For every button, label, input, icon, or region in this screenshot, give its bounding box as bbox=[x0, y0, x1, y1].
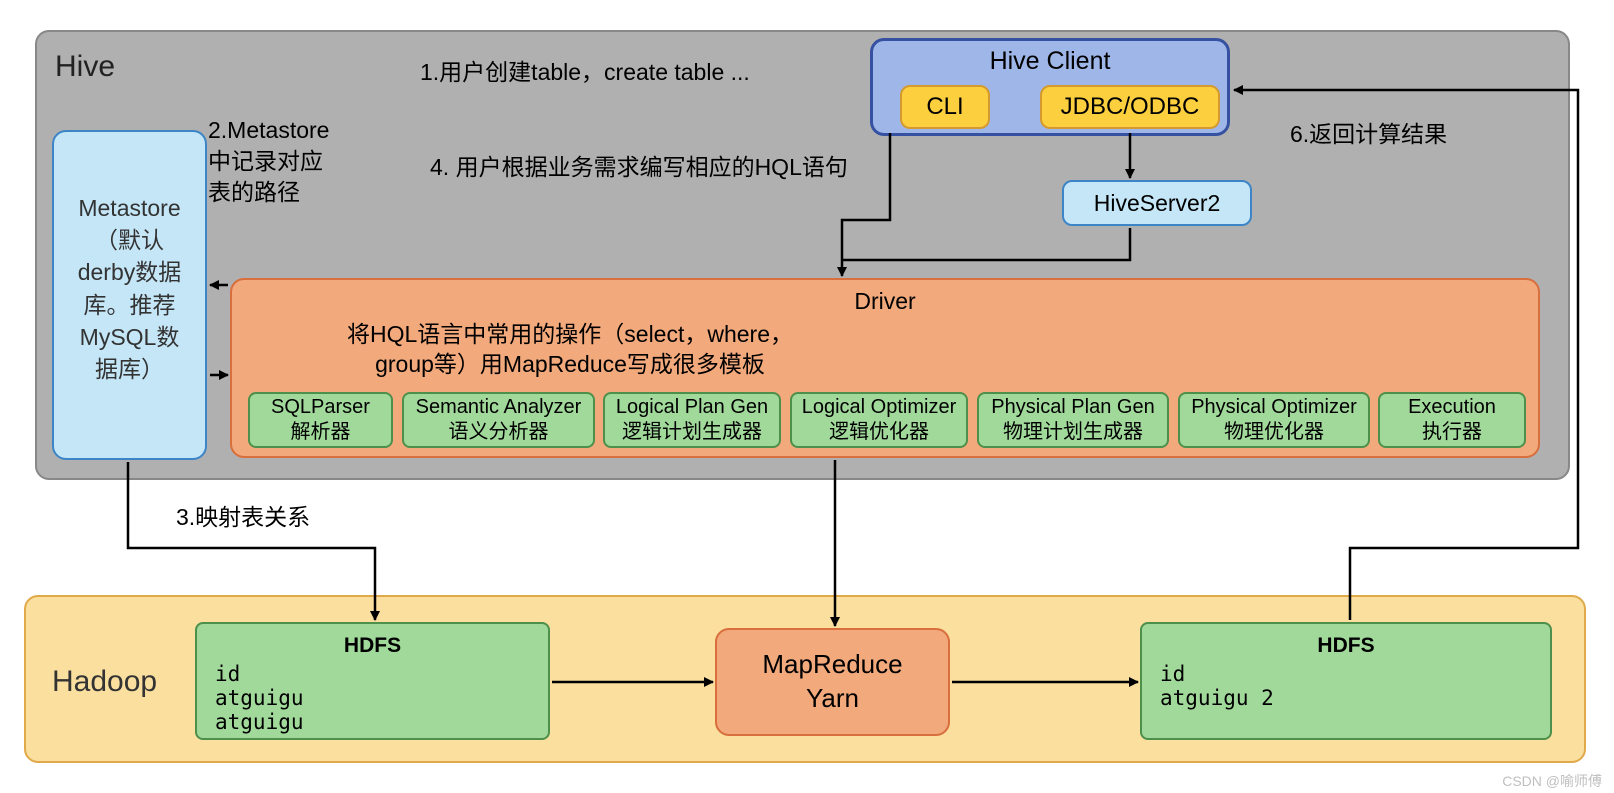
hdfs-left-box: HDFS id atguigu atguigu bbox=[195, 622, 550, 740]
stage-cn: 逻辑计划生成器 bbox=[622, 420, 762, 445]
metastore-line: MySQL数 bbox=[54, 321, 205, 353]
hdfs-left-title: HDFS bbox=[215, 634, 530, 658]
stage-en: SQLParser bbox=[271, 395, 370, 420]
stage-en: Execution bbox=[1408, 395, 1496, 420]
hadoop-title: Hadoop bbox=[52, 665, 157, 699]
hive-title: Hive bbox=[55, 50, 115, 84]
hive-client-title: Hive Client bbox=[873, 47, 1227, 76]
watermark: CSDN @喻师傅 bbox=[1502, 771, 1602, 791]
stage-cn: 物理优化器 bbox=[1224, 420, 1324, 445]
step2-label: 2.Metastore 中记录对应 表的路径 bbox=[208, 115, 329, 208]
step1-label: 1.用户创建table，create table ... bbox=[420, 53, 750, 87]
driver-desc-line: group等）用MapReduce写成很多模板 bbox=[375, 351, 765, 377]
yarn-label: Yarn bbox=[806, 682, 859, 716]
jdbc-label: JDBC/ODBC bbox=[1061, 93, 1200, 121]
stage-sqlparser: SQLParser 解析器 bbox=[248, 392, 393, 448]
hiveserver2-box: HiveServer2 bbox=[1062, 180, 1252, 226]
metastore-line: derby数据 bbox=[54, 256, 205, 288]
stage-cn: 逻辑优化器 bbox=[829, 420, 929, 445]
stage-cn: 执行器 bbox=[1422, 420, 1482, 445]
step3-label: 3.映射表关系 bbox=[176, 498, 310, 532]
stage-physical-optimizer: Physical Optimizer 物理优化器 bbox=[1178, 392, 1370, 448]
hdfs-row: atguigu bbox=[215, 710, 530, 734]
step6-label: 6.返回计算结果 bbox=[1290, 115, 1447, 149]
step2-line: 中记录对应 bbox=[208, 148, 323, 174]
stage-en: Physical Optimizer bbox=[1191, 395, 1357, 420]
cli-box: CLI bbox=[900, 85, 990, 129]
stage-en: Physical Plan Gen bbox=[991, 395, 1154, 420]
hdfs-right-box: HDFS id atguigu 2 bbox=[1140, 622, 1552, 740]
metastore-box: Metastore （默认 derby数据 库。推荐 MySQL数 据库） bbox=[52, 130, 207, 460]
stage-semantic-analyzer: Semantic Analyzer 语义分析器 bbox=[402, 392, 595, 448]
driver-desc-line: 将HQL语言中常用的操作（select，where， bbox=[347, 321, 793, 347]
stage-en: Logical Plan Gen bbox=[616, 395, 768, 420]
stage-logical-optimizer: Logical Optimizer 逻辑优化器 bbox=[790, 392, 968, 448]
mapreduce-yarn-box: MapReduce Yarn bbox=[715, 628, 950, 736]
stage-cn: 解析器 bbox=[291, 420, 351, 445]
stage-en: Semantic Analyzer bbox=[416, 395, 582, 420]
metastore-line: 库。推荐 bbox=[54, 289, 205, 321]
stage-execution: Execution 执行器 bbox=[1378, 392, 1526, 448]
hdfs-row: atguigu bbox=[215, 686, 530, 710]
cli-label: CLI bbox=[926, 93, 963, 121]
driver-description: 将HQL语言中常用的操作（select，where， group等）用MapRe… bbox=[340, 320, 800, 380]
stage-en: Logical Optimizer bbox=[802, 395, 957, 420]
stage-cn: 物理计划生成器 bbox=[1003, 420, 1143, 445]
stage-logical-plan-gen: Logical Plan Gen 逻辑计划生成器 bbox=[603, 392, 781, 448]
step4-label: 4. 用户根据业务需求编写相应的HQL语句 bbox=[430, 148, 848, 182]
metastore-line: （默认 bbox=[54, 224, 205, 256]
driver-title: Driver bbox=[240, 288, 1530, 315]
hdfs-right-title: HDFS bbox=[1160, 634, 1532, 658]
mapreduce-label: MapReduce bbox=[762, 648, 902, 682]
hdfs-row: id bbox=[215, 662, 530, 686]
metastore-line: Metastore bbox=[54, 192, 205, 224]
metastore-line: 据库） bbox=[54, 353, 205, 385]
hdfs-row: atguigu 2 bbox=[1160, 686, 1532, 710]
step2-line: 2.Metastore bbox=[208, 117, 329, 143]
diagram-container: Hive Hadoop Metastore （默认 derby数据 库。推荐 M… bbox=[0, 0, 1614, 793]
step2-line: 表的路径 bbox=[208, 179, 300, 205]
stage-physical-plan-gen: Physical Plan Gen 物理计划生成器 bbox=[977, 392, 1169, 448]
hdfs-row: id bbox=[1160, 662, 1532, 686]
stage-cn: 语义分析器 bbox=[449, 420, 549, 445]
jdbc-odbc-box: JDBC/ODBC bbox=[1040, 85, 1220, 129]
